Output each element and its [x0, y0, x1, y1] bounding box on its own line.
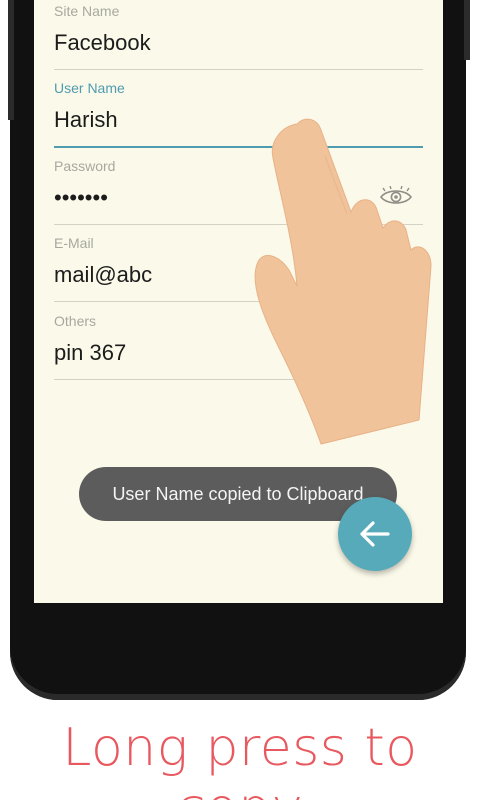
pointing-hand-icon	[254, 118, 432, 445]
caption-text: Long press to copy	[62, 718, 418, 800]
user-name-label: User Name	[54, 80, 125, 96]
back-fab-button[interactable]	[338, 497, 412, 571]
promo-screen: Site Name Facebook User Name Harish Pass…	[0, 0, 480, 800]
site-name-field[interactable]: Site Name Facebook	[54, 3, 423, 70]
site-name-value[interactable]: Facebook	[54, 29, 423, 57]
phone-side-button	[8, 0, 14, 120]
site-name-label: Site Name	[54, 3, 120, 19]
phone-side-edge	[464, 0, 470, 60]
arrow-left-icon	[360, 521, 390, 547]
site-name-underline	[54, 69, 423, 70]
